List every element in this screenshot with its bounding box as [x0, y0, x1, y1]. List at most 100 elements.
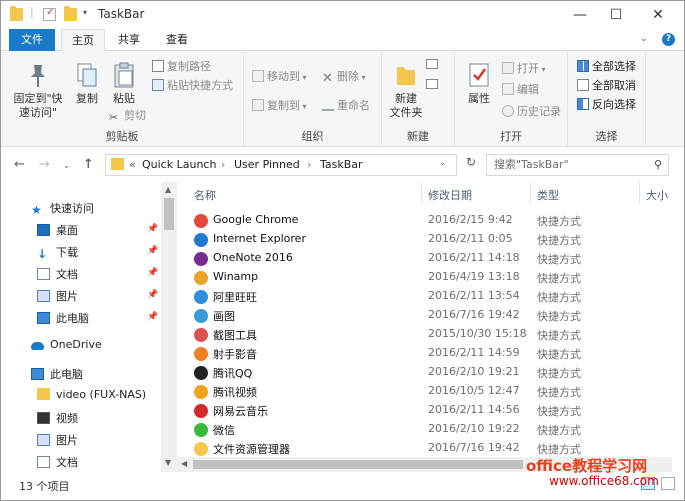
forward-arrow-icon[interactable]: → — [39, 157, 50, 172]
collapse-ribbon-icon[interactable]: ⌄ — [640, 34, 648, 44]
h-scroll-thumb[interactable] — [193, 460, 523, 469]
recent-locations-icon[interactable]: ⌄ — [63, 161, 70, 170]
select-all-button[interactable]: 全部选择 — [577, 59, 636, 75]
cut-button[interactable]: ✂ 剪切 — [109, 108, 146, 124]
rename-icon — [322, 99, 334, 111]
navigation-scrollbar[interactable]: ▲ ▼ — [161, 182, 177, 472]
clipboard-group-label: 剪贴板 — [105, 130, 139, 143]
delete-button[interactable]: ✕ 删除 ▾ — [322, 69, 366, 86]
file-row[interactable]: 阿里旺旺 2016/2/11 13:54 快捷方式 — [177, 287, 672, 306]
customize-qat-icon[interactable]: ▾ — [83, 8, 87, 17]
help-icon[interactable]: ? — [662, 33, 675, 46]
scroll-left-icon[interactable]: ◀ — [181, 459, 187, 468]
sidebar-item-videos[interactable]: 视频 — [37, 410, 78, 426]
edit-button[interactable]: 编辑 — [502, 82, 539, 98]
sidebar-item-this-pc[interactable]: 此电脑 — [31, 366, 83, 382]
crumb-user-pinned[interactable]: User Pinned — [234, 158, 300, 171]
copy-button[interactable]: 复制 — [69, 61, 105, 106]
watermark-url: www.office68.com — [549, 474, 659, 488]
minimize-button[interactable]: — — [563, 1, 597, 29]
address-overflow[interactable]: « — [129, 158, 136, 171]
up-arrow-icon[interactable]: ↑ — [83, 157, 94, 172]
column-header-date[interactable]: 修改日期 — [428, 187, 472, 203]
copy-icon — [77, 63, 97, 87]
paste-shortcut-button[interactable]: 粘贴快捷方式 — [152, 78, 233, 94]
sidebar-item-onedrive[interactable]: OneDrive — [31, 338, 102, 351]
new-folder-button[interactable]: 新建 文件夹 — [386, 61, 426, 120]
file-row[interactable]: 腾讯QQ 2016/2/10 19:21 快捷方式 — [177, 363, 672, 382]
sidebar-item-pictures[interactable]: 图片 — [37, 288, 78, 304]
copy-to-button[interactable]: 复制到 ▾ — [252, 98, 307, 115]
crumb-quick-launch[interactable]: Quick Launch — [142, 158, 216, 171]
file-name: OneNote 2016 — [213, 251, 293, 264]
file-type: 快捷方式 — [537, 215, 581, 228]
file-row[interactable]: 微信 2016/2/10 19:22 快捷方式 — [177, 420, 672, 439]
watermark-title: office教程学习网 — [526, 457, 648, 475]
pin-quick-access-button[interactable]: 固定到"快 速访问" — [9, 61, 67, 120]
large-icons-view-icon[interactable] — [661, 477, 675, 490]
tab-home[interactable]: 主页 — [61, 29, 105, 52]
back-arrow-icon[interactable]: ← — [14, 157, 25, 172]
sidebar-item-quick-access[interactable]: ★ 快速访问 — [31, 200, 94, 216]
sidebar-item-documents[interactable]: 文档 — [37, 266, 78, 282]
sidebar-item-desktop[interactable]: 桌面 — [37, 222, 78, 238]
file-name: Internet Explorer — [213, 232, 306, 245]
properties-button[interactable]: 属性 — [461, 61, 497, 106]
column-header-type[interactable]: 类型 — [537, 187, 559, 203]
file-type: 快捷方式 — [537, 329, 581, 342]
search-input[interactable]: 搜索"TaskBar" ⚲ — [486, 154, 669, 176]
tab-view[interactable]: 查看 — [157, 29, 197, 51]
sidebar-item-pictures-pc[interactable]: 图片 — [37, 432, 78, 448]
new-folder-quick-icon[interactable] — [64, 6, 77, 21]
sidebar-item-documents-pc[interactable]: 文档 — [37, 454, 78, 470]
select-none-button[interactable]: 全部取消 — [577, 78, 636, 94]
copy-path-button[interactable]: 复制路径 — [152, 59, 211, 75]
file-name: Google Chrome — [213, 213, 299, 226]
file-name: 腾讯QQ — [213, 367, 253, 380]
easy-access-icon[interactable] — [426, 79, 438, 89]
column-header-size[interactable]: 大小 — [646, 187, 668, 203]
file-row[interactable]: 射手影音 2016/2/11 14:59 快捷方式 — [177, 344, 672, 363]
invert-selection-button[interactable]: 反向选择 — [577, 97, 636, 113]
close-button[interactable]: ✕ — [641, 1, 675, 29]
file-row[interactable]: 网易云音乐 2016/2/11 14:56 快捷方式 — [177, 401, 672, 420]
scroll-thumb[interactable] — [164, 198, 174, 230]
crumb-taskbar[interactable]: TaskBar — [320, 158, 363, 171]
open-button[interactable]: 打开 ▾ — [502, 61, 546, 78]
address-box[interactable]: « Quick Launch › User Pinned › TaskBar ⌄ — [105, 154, 457, 176]
history-button[interactable]: 历史记录 — [502, 104, 561, 120]
tab-file[interactable]: 文件 — [9, 29, 55, 51]
sidebar-item-this-pc-pinned[interactable]: 此电脑 — [37, 310, 89, 326]
move-to-button[interactable]: 移动到 ▾ — [252, 69, 307, 86]
sidebar-item-video-nas[interactable]: video (FUX-NAS) — [37, 388, 146, 401]
tab-share[interactable]: 共享 — [109, 29, 149, 51]
scroll-down-icon[interactable]: ▼ — [165, 458, 171, 467]
properties-quick-icon[interactable]: ✓ — [43, 7, 56, 21]
sidebar-item-downloads[interactable]: ↓ 下载 — [37, 244, 78, 260]
file-row[interactable]: Internet Explorer 2016/2/11 0:05 快捷方式 — [177, 230, 672, 249]
file-row[interactable]: OneNote 2016 2016/2/11 14:18 快捷方式 — [177, 249, 672, 268]
edit-icon — [502, 83, 514, 95]
delete-x-icon: ✕ — [322, 71, 333, 86]
explorer-window: | ✓ ▾ TaskBar — ☐ ✕ 文件 主页 共享 查看 ⌄ ? 固定到"… — [0, 0, 685, 501]
file-row[interactable]: 截图工具 2015/10/30 15:18 快捷方式 — [177, 325, 672, 344]
rename-button[interactable]: 重命名 — [322, 98, 370, 114]
file-row[interactable]: 画图 2016/7/16 19:42 快捷方式 — [177, 306, 672, 325]
file-name: 文件资源管理器 — [213, 443, 290, 456]
paste-icon — [114, 62, 134, 88]
maximize-button[interactable]: ☐ — [599, 1, 633, 29]
paste-button[interactable]: 粘贴 — [107, 61, 141, 106]
organize-group-label: 组织 — [301, 130, 324, 143]
file-date: 2016/2/11 14:59 — [428, 346, 520, 359]
refresh-icon[interactable]: ↻ — [461, 155, 481, 175]
address-dropdown-icon[interactable]: ⌄ — [439, 158, 446, 167]
file-date: 2016/4/19 13:18 — [428, 270, 520, 283]
file-name: 微信 — [213, 424, 235, 437]
file-row[interactable]: 腾讯视频 2016/10/5 12:47 快捷方式 — [177, 382, 672, 401]
column-header-name[interactable]: 名称 — [194, 187, 216, 203]
file-row[interactable]: Winamp 2016/4/19 13:18 快捷方式 — [177, 268, 672, 287]
file-list: ^ 名称 修改日期 类型 大小 Google Chrome 2016/2/15 9… — [177, 182, 672, 457]
file-row[interactable]: Google Chrome 2016/2/15 9:42 快捷方式 — [177, 211, 672, 230]
new-item-icon[interactable] — [426, 59, 438, 69]
scroll-up-icon[interactable]: ▲ — [165, 185, 171, 194]
